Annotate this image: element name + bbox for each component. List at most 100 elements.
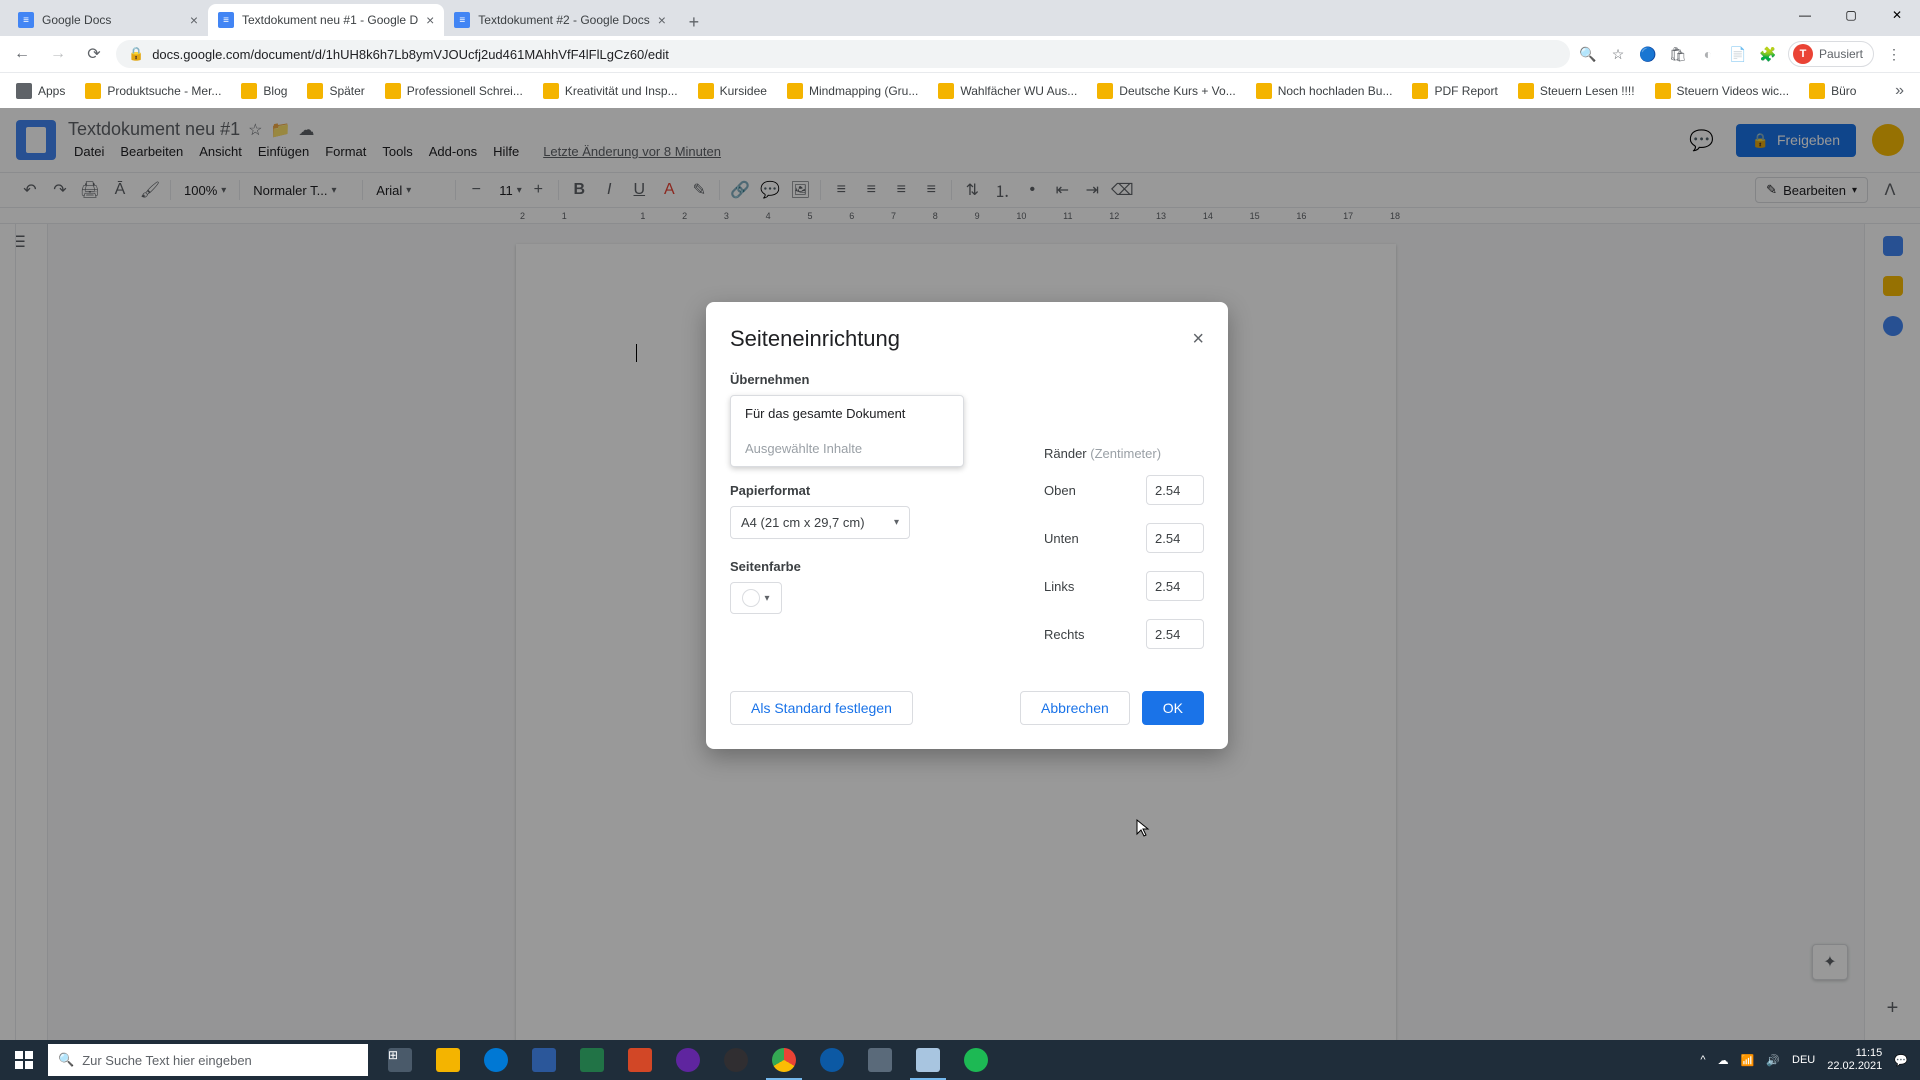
taskbar-search-input[interactable]: 🔍 Zur Suche Text hier eingeben xyxy=(48,1044,368,1076)
tray-chevron-icon[interactable]: ^ xyxy=(1700,1054,1705,1066)
tab-close-icon[interactable]: × xyxy=(190,12,198,28)
bookmark-label: Blog xyxy=(263,84,287,98)
extension-icon[interactable]: 📄 xyxy=(1728,44,1748,64)
bookmark-item[interactable]: Später xyxy=(299,79,372,103)
bookmark-item[interactable]: Produktsuche - Mer... xyxy=(77,79,229,103)
chrome-menu-icon[interactable]: ⋮ xyxy=(1884,44,1904,64)
ok-button[interactable]: OK xyxy=(1142,691,1204,725)
clock[interactable]: 11:15 22.02.2021 xyxy=(1827,1047,1882,1073)
bookmark-folder-icon xyxy=(16,83,32,99)
volume-icon[interactable]: 🔊 xyxy=(1766,1054,1780,1067)
extension-icon[interactable]: 🔵 xyxy=(1638,44,1658,64)
bookmarks-overflow-icon[interactable]: » xyxy=(1887,78,1912,104)
notepad-icon[interactable] xyxy=(904,1040,952,1080)
bookmark-label: Apps xyxy=(38,84,65,98)
tab-title: Textdokument neu #1 - Google D xyxy=(242,13,418,27)
wifi-icon[interactable]: 📶 xyxy=(1741,1054,1755,1067)
bookmark-label: Noch hochladen Bu... xyxy=(1278,84,1393,98)
bookmark-label: Deutsche Kurs + Vo... xyxy=(1119,84,1235,98)
word-icon[interactable] xyxy=(520,1040,568,1080)
bookmark-folder-icon xyxy=(241,83,257,99)
chrome-icon[interactable] xyxy=(760,1040,808,1080)
search-placeholder: Zur Suche Text hier eingeben xyxy=(82,1053,252,1068)
browser-tab-0[interactable]: ≡ Google Docs × xyxy=(8,4,208,36)
window-controls: — ▢ ✕ xyxy=(1782,0,1920,30)
bookmark-item[interactable]: Steuern Lesen !!!! xyxy=(1510,79,1643,103)
bookmark-item[interactable]: Apps xyxy=(8,79,73,103)
extension-icon[interactable]: ◐ xyxy=(1698,44,1718,64)
dialog-close-button[interactable]: × xyxy=(1192,328,1204,351)
margin-left-input[interactable] xyxy=(1146,571,1204,601)
bookmark-item[interactable]: Mindmapping (Gru... xyxy=(779,79,926,103)
onedrive-icon[interactable]: ☁ xyxy=(1718,1054,1729,1067)
bookmark-item[interactable]: Professionell Schrei... xyxy=(377,79,531,103)
edge-new-icon[interactable] xyxy=(808,1040,856,1080)
system-tray: ^ ☁ 📶 🔊 DEU 11:15 22.02.2021 💬 xyxy=(1700,1047,1920,1073)
bookmark-item[interactable]: Kreativität und Insp... xyxy=(535,79,686,103)
window-close[interactable]: ✕ xyxy=(1874,0,1920,30)
spotify-icon[interactable] xyxy=(952,1040,1000,1080)
bookmark-item[interactable]: Kursidee xyxy=(690,79,775,103)
bookmark-item[interactable]: Steuern Videos wic... xyxy=(1647,79,1798,103)
extension-icon[interactable]: 🛍 xyxy=(1668,44,1688,64)
url-input[interactable]: 🔒 docs.google.com/document/d/1hUH8k6h7Lb… xyxy=(116,40,1570,68)
bookmark-folder-icon xyxy=(698,83,714,99)
new-tab-button[interactable]: + xyxy=(680,8,708,36)
zoom-icon[interactable]: 🔍 xyxy=(1578,44,1598,64)
margin-top-input[interactable] xyxy=(1146,475,1204,505)
bookmark-item[interactable]: Deutsche Kurs + Vo... xyxy=(1089,79,1243,103)
file-explorer-icon[interactable] xyxy=(424,1040,472,1080)
paper-size-select[interactable]: A4 (21 cm x 29,7 cm) xyxy=(730,506,910,539)
margin-bottom-input[interactable] xyxy=(1146,523,1204,553)
bookmark-item[interactable]: Noch hochladen Bu... xyxy=(1248,79,1401,103)
start-button[interactable] xyxy=(0,1040,48,1080)
bookmark-item[interactable]: Wahlfächer WU Aus... xyxy=(930,79,1085,103)
bookmark-folder-icon xyxy=(1256,83,1272,99)
bookmark-folder-icon xyxy=(1655,83,1671,99)
url-text: docs.google.com/document/d/1hUH8k6h7Lb8y… xyxy=(152,47,669,62)
bookmark-item[interactable]: PDF Report xyxy=(1404,79,1505,103)
edge-icon[interactable] xyxy=(472,1040,520,1080)
tab-close-icon[interactable]: × xyxy=(658,12,666,28)
powerpoint-icon[interactable] xyxy=(616,1040,664,1080)
window-maximize[interactable]: ▢ xyxy=(1828,0,1874,30)
bookmark-folder-icon xyxy=(85,83,101,99)
cancel-button[interactable]: Abbrechen xyxy=(1020,691,1130,725)
language-indicator[interactable]: DEU xyxy=(1792,1054,1815,1066)
apply-whole-option[interactable]: Für das gesamte Dokument xyxy=(731,396,963,431)
browser-tab-2[interactable]: ≡ Textdokument #2 - Google Docs × xyxy=(444,4,676,36)
tab-close-icon[interactable]: × xyxy=(426,12,434,28)
bookmark-folder-icon xyxy=(787,83,803,99)
tab-strip: ≡ Google Docs × ≡ Textdokument neu #1 - … xyxy=(0,0,1920,36)
profile-button[interactable]: T Pausiert xyxy=(1788,41,1874,67)
obs-icon[interactable] xyxy=(712,1040,760,1080)
page-color-select[interactable]: ▾ xyxy=(730,582,782,614)
excel-icon[interactable] xyxy=(568,1040,616,1080)
set-default-button[interactable]: Als Standard festlegen xyxy=(730,691,913,725)
extensions-puzzle-icon[interactable]: 🧩 xyxy=(1758,44,1778,64)
margin-right-input[interactable] xyxy=(1146,619,1204,649)
profile-status: Pausiert xyxy=(1819,47,1863,61)
bookmark-item[interactable]: Blog xyxy=(233,79,295,103)
app-icon[interactable] xyxy=(664,1040,712,1080)
bookmark-label: Steuern Videos wic... xyxy=(1677,84,1790,98)
task-view-button[interactable]: ⊞ xyxy=(376,1040,424,1080)
apply-to-label: Übernehmen xyxy=(730,372,1004,387)
margin-right-label: Rechts xyxy=(1044,627,1084,642)
nav-forward-button[interactable]: → xyxy=(44,40,72,68)
address-bar: ← → ⟳ 🔒 docs.google.com/document/d/1hUH8… xyxy=(0,36,1920,72)
margins-label: Ränder (Zentimeter) xyxy=(1044,446,1204,461)
notifications-icon[interactable]: 💬 xyxy=(1894,1054,1908,1067)
window-minimize[interactable]: — xyxy=(1782,0,1828,30)
bookmark-star-icon[interactable]: ☆ xyxy=(1608,44,1628,64)
browser-tab-1[interactable]: ≡ Textdokument neu #1 - Google D × xyxy=(208,4,444,36)
tab-title: Google Docs xyxy=(42,13,182,27)
page-setup-dialog: Seiteneinrichtung × Übernehmen Für das g… xyxy=(706,302,1228,749)
bookmark-folder-icon xyxy=(1809,83,1825,99)
nav-back-button[interactable]: ← xyxy=(8,40,36,68)
nav-reload-button[interactable]: ⟳ xyxy=(80,40,108,68)
bookmark-item[interactable]: Büro xyxy=(1801,79,1864,103)
app-icon[interactable] xyxy=(856,1040,904,1080)
bookmarks-bar: Apps Produktsuche - Mer... Blog SpäterProfe… xyxy=(0,72,1920,108)
docs-favicon-icon: ≡ xyxy=(18,12,34,28)
